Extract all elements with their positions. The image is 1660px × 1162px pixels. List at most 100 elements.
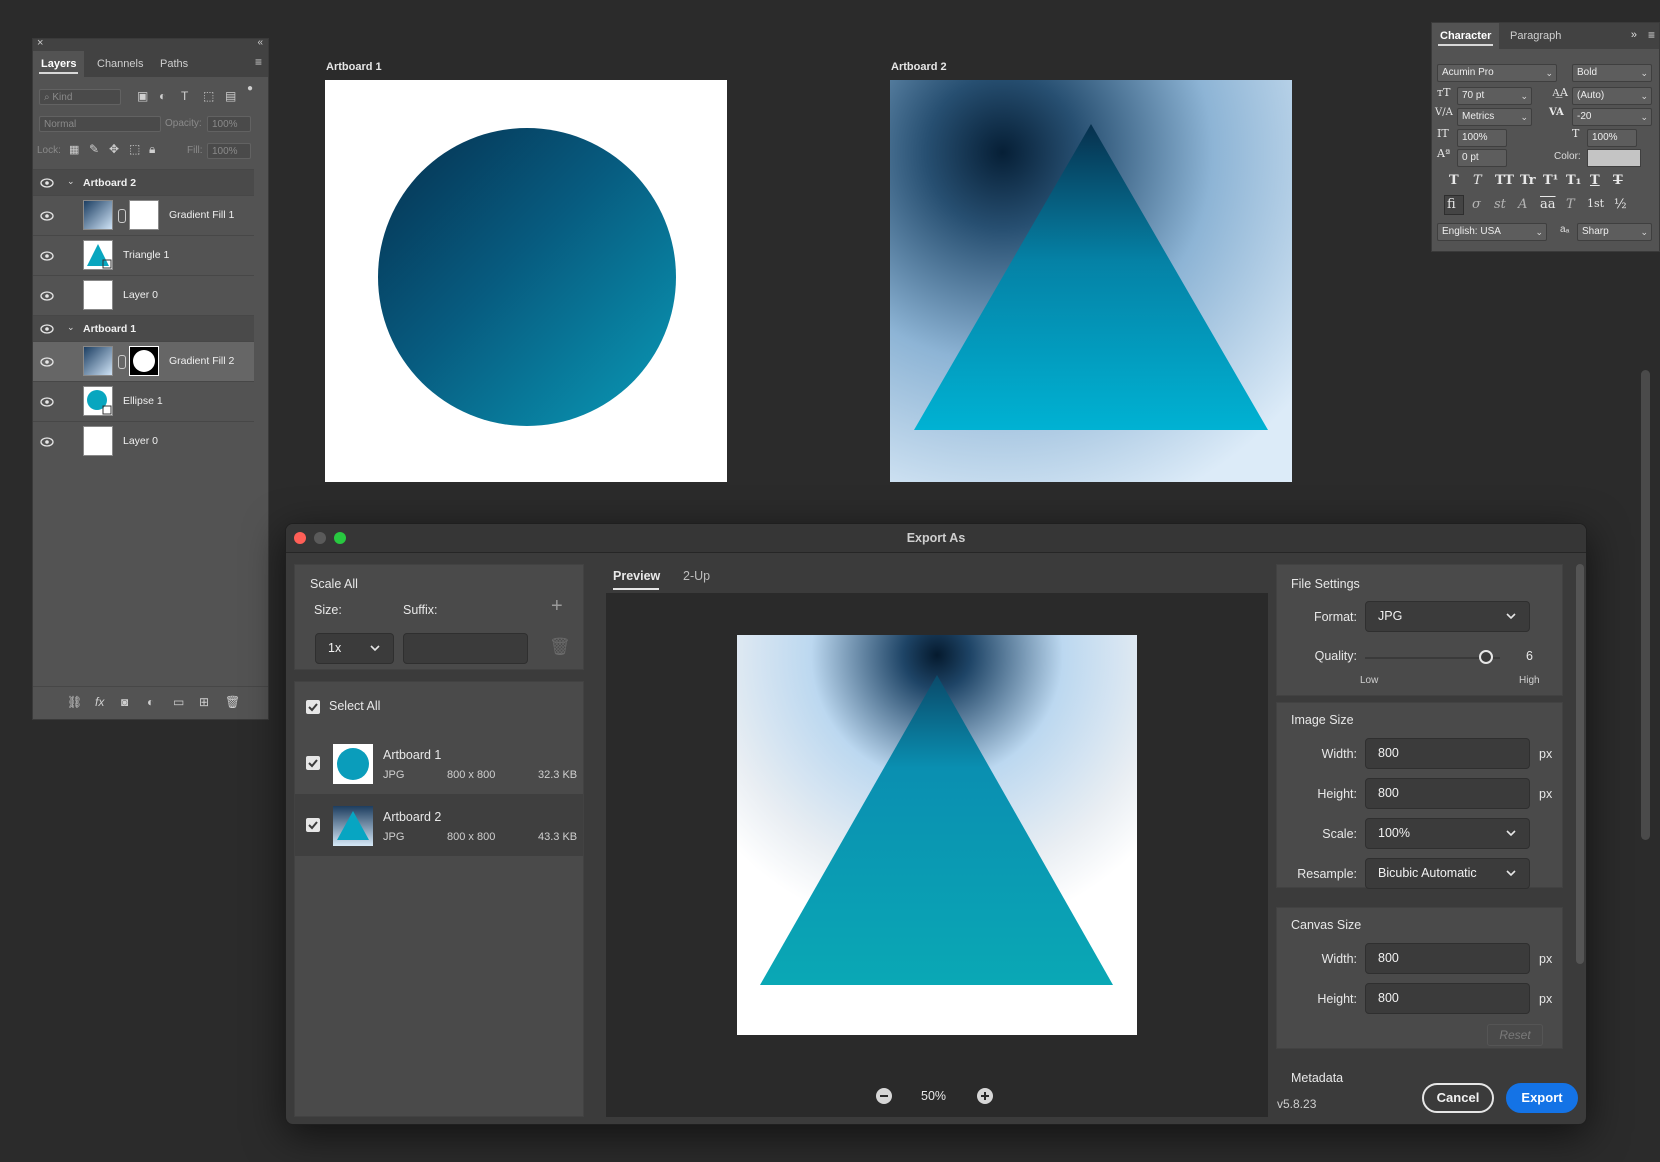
format-select[interactable]: JPG	[1365, 601, 1530, 632]
add-scale-icon[interactable]: +	[551, 595, 563, 618]
horizontal-scale-field[interactable]: 100%	[1587, 129, 1637, 147]
tab-paths[interactable]: Paths	[152, 51, 196, 77]
artboard-2-canvas[interactable]	[890, 80, 1292, 482]
visibility-eye-icon[interactable]	[40, 251, 54, 261]
panel-menu-icon[interactable]: ≡	[1648, 28, 1655, 42]
chevron-down-icon[interactable]: ⌄	[67, 322, 75, 333]
link-icon[interactable]	[118, 355, 126, 369]
panel-menu-icon[interactable]: ≡	[255, 55, 262, 69]
titling-alternates-button[interactable]: T	[1566, 197, 1575, 212]
new-group-icon[interactable]: ▭	[173, 695, 184, 709]
item-checkbox[interactable]	[306, 756, 320, 770]
layer-row-gradient-fill-1[interactable]: Gradient Fill 1	[33, 195, 254, 235]
tab-character[interactable]: Character	[1432, 23, 1500, 49]
visibility-eye-icon[interactable]	[40, 291, 54, 301]
type-filter-icon[interactable]: T	[181, 89, 188, 103]
kerning-field[interactable]: Metrics ⌄	[1457, 108, 1532, 126]
canvas-height-input[interactable]: 800	[1365, 983, 1530, 1014]
add-mask-icon[interactable]: ◙	[121, 695, 128, 709]
size-select[interactable]: 1x	[315, 633, 394, 664]
link-layers-icon[interactable]: ⛓	[67, 695, 82, 709]
layer-row-gradient-fill-2[interactable]: Gradient Fill 2	[33, 341, 254, 381]
visibility-eye-icon[interactable]	[40, 211, 54, 221]
adjustment-filter-icon[interactable]: ◐	[159, 89, 166, 103]
tab-preview[interactable]: Preview	[613, 569, 660, 583]
layer-row-ellipse-1[interactable]: Ellipse 1	[33, 381, 254, 421]
standard-ligatures-button[interactable]: fi	[1447, 197, 1456, 212]
shape-filter-icon[interactable]: ⬚	[203, 89, 214, 103]
ordinals-button[interactable]: 1st	[1587, 197, 1604, 210]
language-select[interactable]: English: USA ⌄	[1437, 223, 1547, 241]
export-item-artboard-1[interactable]: Artboard 1 JPG 800 x 800 32.3 KB	[295, 732, 583, 794]
layer-row-triangle-1[interactable]: Triangle 1	[33, 235, 254, 275]
suffix-input[interactable]	[403, 633, 528, 664]
discretionary-ligatures-button[interactable]: st	[1494, 197, 1506, 212]
trash-icon[interactable]: 🗑︎	[549, 637, 571, 657]
blend-mode-select[interactable]: Normal	[39, 116, 161, 132]
filter-toggle-icon[interactable]: ●	[247, 83, 253, 94]
tab-layers[interactable]: Layers	[33, 51, 85, 77]
small-caps-button[interactable]: Tr	[1520, 173, 1536, 188]
pixel-filter-icon[interactable]: ▣	[137, 89, 148, 103]
artboard-1-canvas[interactable]	[325, 80, 727, 482]
lock-position-icon[interactable]: ✥	[109, 142, 119, 156]
font-family-select[interactable]: Acumin Pro ⌄	[1437, 64, 1557, 82]
lock-image-icon[interactable]: ✎	[89, 142, 99, 156]
smart-object-filter-icon[interactable]: ▤	[225, 89, 236, 103]
zoom-out-button[interactable]	[876, 1088, 892, 1104]
fx-icon[interactable]: fx	[95, 695, 104, 709]
faux-italic-button[interactable]: T	[1473, 173, 1482, 188]
collapse-panel-icon[interactable]: »	[1631, 29, 1637, 41]
strikethrough-button[interactable]: T	[1613, 173, 1623, 188]
fractions-button[interactable]: ½	[1614, 197, 1627, 212]
scale-select[interactable]: 100%	[1365, 818, 1530, 849]
baseline-shift-field[interactable]: 0 pt	[1457, 149, 1507, 167]
font-size-field[interactable]: 70 pt ⌄	[1457, 87, 1532, 105]
canvas-width-input[interactable]: 800	[1365, 943, 1530, 974]
underline-button[interactable]: T	[1590, 173, 1600, 188]
visibility-eye-icon[interactable]	[40, 357, 54, 367]
lock-transparent-icon[interactable]: ▦	[69, 143, 79, 156]
tab-2-up[interactable]: 2-Up	[683, 569, 710, 583]
font-style-select[interactable]: Bold ⌄	[1572, 64, 1652, 82]
quality-slider[interactable]	[1365, 650, 1500, 664]
workspace-scrollbar[interactable]	[1641, 370, 1650, 840]
tab-channels[interactable]: Channels	[89, 51, 151, 77]
opacity-field[interactable]: 100%	[207, 116, 251, 132]
close-panel-icon[interactable]: ×	[37, 37, 43, 49]
metadata-title[interactable]: Metadata	[1291, 1071, 1343, 1085]
collapse-panel-icon[interactable]: «	[257, 37, 263, 48]
visibility-eye-icon[interactable]	[40, 437, 54, 447]
faux-bold-button[interactable]: T	[1449, 173, 1459, 188]
export-button[interactable]: Export	[1506, 1083, 1578, 1113]
reset-button[interactable]: Reset	[1487, 1024, 1543, 1046]
resample-select[interactable]: Bicubic Automatic	[1365, 858, 1530, 889]
layer-row-layer-0[interactable]: Layer 0	[33, 421, 254, 461]
chevron-down-icon[interactable]: ⌄	[67, 176, 75, 187]
fill-field[interactable]: 100%	[207, 143, 251, 159]
text-color-swatch[interactable]	[1587, 149, 1641, 167]
layer-row-layer-0[interactable]: Layer 0	[33, 275, 254, 315]
layer-group-artboard-1[interactable]: ⌄ Artboard 1	[33, 315, 254, 341]
visibility-eye-icon[interactable]	[40, 178, 54, 188]
trash-icon[interactable]: 🗑︎	[225, 695, 240, 709]
link-icon[interactable]	[118, 209, 126, 223]
visibility-eye-icon[interactable]	[40, 397, 54, 407]
zoom-in-button[interactable]	[977, 1088, 993, 1104]
lock-all-icon[interactable]: 🔒︎	[149, 142, 155, 157]
new-layer-icon[interactable]: ⊞	[199, 695, 209, 709]
select-all-checkbox[interactable]	[306, 700, 320, 714]
all-caps-button[interactable]: TT	[1495, 173, 1514, 188]
vertical-scale-field[interactable]: 100%	[1457, 129, 1507, 147]
superscript-button[interactable]: T¹	[1543, 173, 1558, 188]
artboard-1-label[interactable]: Artboard 1	[326, 61, 382, 73]
antialias-select[interactable]: Sharp ⌄	[1577, 223, 1652, 241]
adjustment-layer-icon[interactable]: ◐	[147, 695, 154, 709]
stylistic-alternates-button[interactable]: aa	[1540, 197, 1556, 212]
subscript-button[interactable]: T₁	[1566, 173, 1581, 188]
contextual-alternates-button[interactable]: σ	[1472, 197, 1481, 212]
layer-group-artboard-2[interactable]: ⌄ Artboard 2	[33, 169, 254, 195]
export-item-artboard-2[interactable]: Artboard 2 JPG 800 x 800 43.3 KB	[295, 794, 583, 856]
image-height-input[interactable]: 800	[1365, 778, 1530, 809]
tracking-field[interactable]: -20 ⌄	[1572, 108, 1652, 126]
